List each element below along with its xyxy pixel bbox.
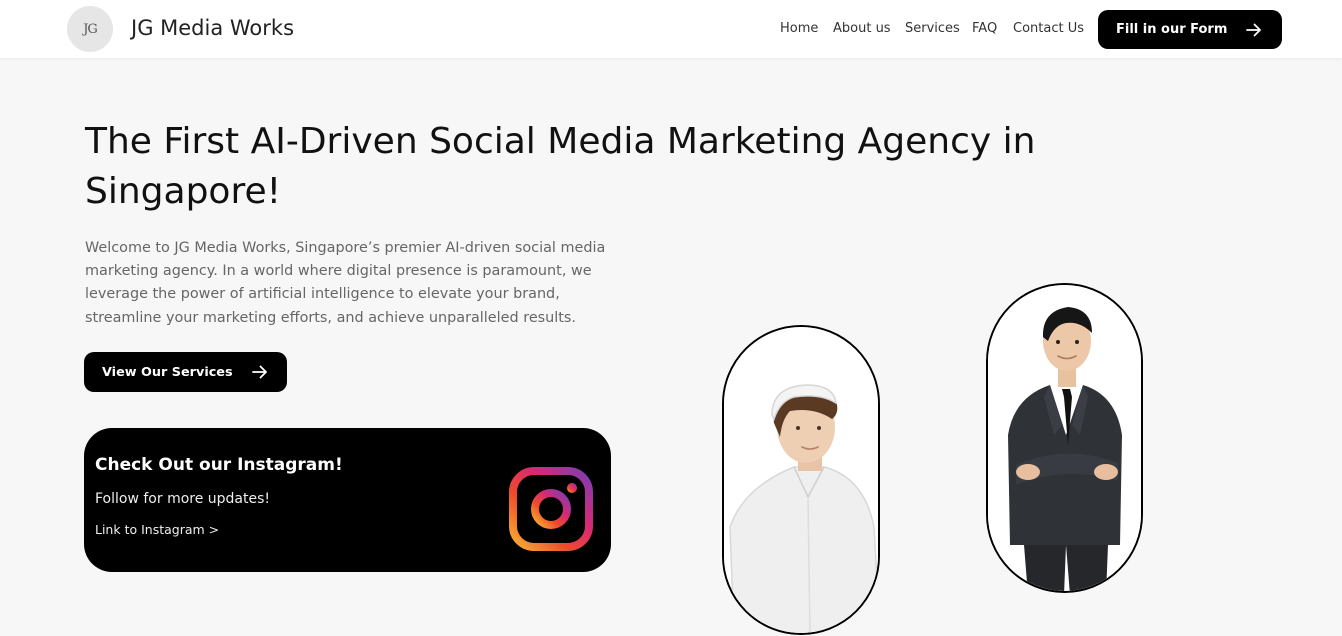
nav-link-home[interactable]: Home: [780, 21, 818, 36]
instagram-card-title: Check Out our Instagram!: [95, 455, 343, 475]
brand-name[interactable]: JG Media Works: [131, 16, 294, 40]
hero-headline-line-2: Singapore!: [85, 171, 282, 212]
view-services-button-label: View Our Services: [102, 364, 233, 380]
team-member-1-illustration: [724, 327, 878, 633]
nav-link-services[interactable]: Services: [905, 21, 960, 36]
hero-headline: The First AI-Driven Social Media Marketi…: [85, 117, 1135, 217]
nav-link-contact-us[interactable]: Contact Us: [1013, 21, 1084, 36]
logo[interactable]: JG: [67, 6, 113, 52]
fill-form-button[interactable]: Fill in our Form: [1098, 10, 1282, 49]
hero-headline-line-1: The First AI-Driven Social Media Marketi…: [85, 121, 1036, 162]
nav-link-about-us[interactable]: About us: [833, 21, 891, 36]
view-services-button[interactable]: View Our Services: [84, 352, 287, 392]
instagram-card: Check Out our Instagram! Follow for more…: [84, 428, 611, 572]
top-navigation-bar: JG JG Media Works Home About us Services…: [0, 0, 1342, 58]
hero-intro-paragraph: Welcome to JG Media Works, Singapore’s p…: [85, 240, 606, 326]
arrow-right-icon: [252, 365, 267, 379]
instagram-icon[interactable]: [509, 467, 593, 551]
instagram-link[interactable]: Link to Instagram >: [95, 522, 219, 537]
team-member-2-illustration: [988, 285, 1141, 591]
arrow-right-icon: [1246, 23, 1261, 36]
nav-link-faq[interactable]: FAQ: [972, 21, 997, 36]
instagram-card-subtitle: Follow for more updates!: [95, 491, 271, 507]
team-member-photo-1: [722, 325, 880, 635]
fill-form-button-label: Fill in our Form: [1116, 22, 1228, 37]
team-member-photo-2: [986, 283, 1143, 593]
